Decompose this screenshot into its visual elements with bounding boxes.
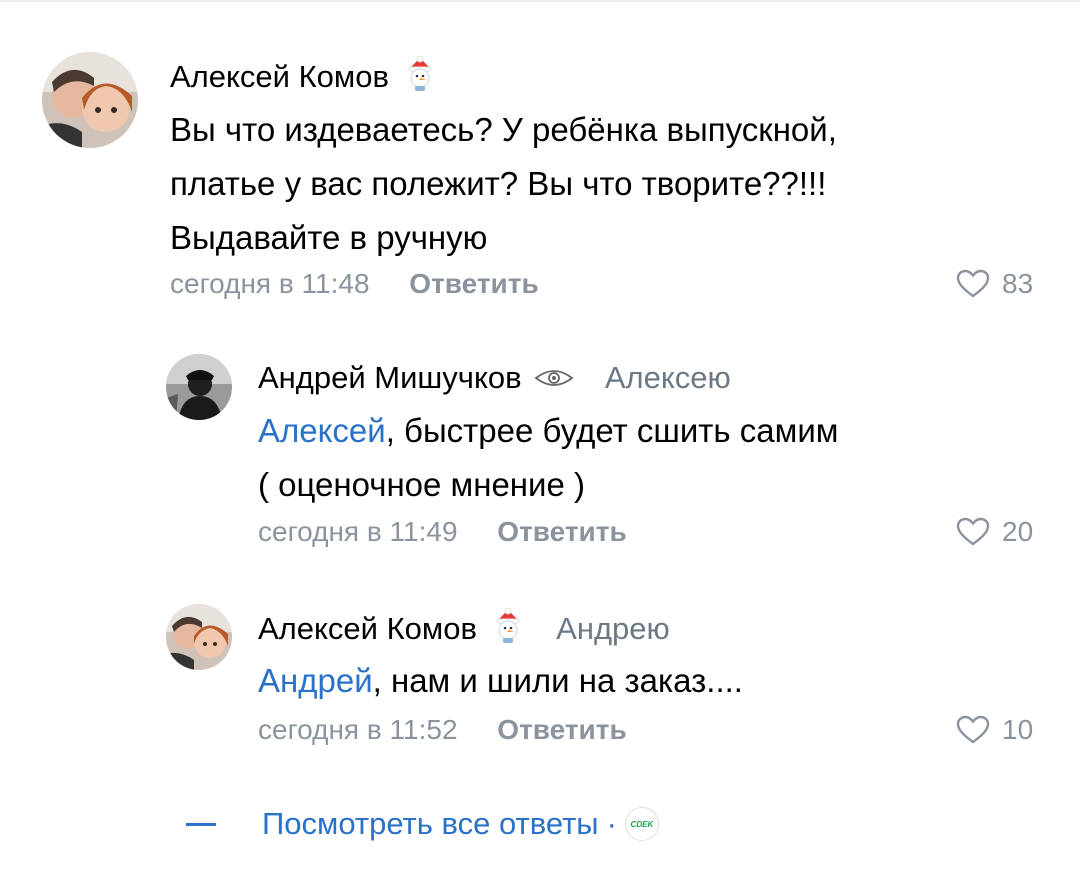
reply-to-name[interactable]: Андрею <box>556 611 670 646</box>
comment-text-line: Вы что издеваетесь? У ребёнка выпускной, <box>170 111 837 148</box>
comment-text: Алексей, быстрее будет сшить самим ( оце… <box>258 404 838 512</box>
mention-link[interactable]: Андрей <box>258 662 373 699</box>
like-count: 10 <box>1002 714 1034 745</box>
comment-meta: сегодня в 11:49 Ответить <box>258 514 627 550</box>
like-button[interactable]: 10 <box>956 712 1033 748</box>
heart-icon <box>956 269 990 298</box>
christmas-snowman-badge-icon <box>402 55 438 102</box>
author-name[interactable]: Алексей Комов <box>258 611 477 646</box>
user-photo-avatar <box>42 52 138 148</box>
timestamp: сегодня в 11:48 <box>170 268 370 299</box>
comment-author[interactable]: Андрей Мишучков Алексею <box>258 358 731 400</box>
timestamp: сегодня в 11:49 <box>258 516 458 547</box>
cdek-logo-icon: CDEK <box>624 807 659 841</box>
author-name[interactable]: Алексей Комов <box>170 59 389 94</box>
user-photo-avatar <box>166 354 232 420</box>
comment-text-fragment: , нам и шили на заказ.... <box>372 662 743 699</box>
collapse-dash-icon <box>186 822 216 826</box>
comment-text: Андрей, нам и шили на заказ.... <box>258 654 743 708</box>
comment-meta: сегодня в 11:52 Ответить <box>258 712 627 748</box>
comment-reply: Андрей Мишучков Алексею Алексей, быстрее… <box>0 340 1080 560</box>
timestamp: сегодня в 11:52 <box>258 714 458 745</box>
like-count: 83 <box>1002 268 1034 299</box>
reply-button[interactable]: Ответить <box>497 714 626 745</box>
avatar[interactable] <box>166 604 232 670</box>
reply-button[interactable]: Ответить <box>409 268 538 299</box>
comment: Алексей Комов Вы что издеваетесь? У ребё… <box>0 0 1080 320</box>
mention-link[interactable]: Алексей <box>258 412 386 449</box>
like-button[interactable]: 83 <box>956 266 1033 302</box>
christmas-snowman-badge-icon <box>490 607 526 654</box>
comment-author[interactable]: Алексей Комов <box>170 55 438 102</box>
avatar[interactable] <box>42 52 138 148</box>
heart-icon <box>956 715 990 744</box>
show-all-replies-button[interactable]: Посмотреть все ответы · CDEK <box>186 806 659 842</box>
like-count: 20 <box>1002 516 1034 547</box>
comment-text-fragment: , быстрее будет сшить самим <box>385 412 839 449</box>
comment-meta: сегодня в 11:48 Ответить <box>170 266 539 302</box>
author-name[interactable]: Андрей Мишучков <box>258 360 522 395</box>
reply-button[interactable]: Ответить <box>497 516 626 547</box>
user-photo-avatar <box>166 604 232 670</box>
comment-text-line: Андрей, нам и шили на заказ.... <box>258 654 743 708</box>
comment-reply: Алексей Комов Андрею Андрей, нам и шили … <box>0 590 1080 770</box>
comment-text-line: ( оценочное мнение ) <box>258 466 585 503</box>
comment-text-line: платье у вас полежит? Вы что творите??!!… <box>170 165 827 202</box>
eye-badge-icon <box>534 360 574 400</box>
avatar[interactable] <box>166 354 232 420</box>
like-button[interactable]: 20 <box>956 514 1033 550</box>
comments-thread: Алексей Комов Вы что издеваетесь? У ребё… <box>0 0 1080 872</box>
reply-to-name[interactable]: Алексею <box>605 360 731 395</box>
heart-icon <box>956 517 990 546</box>
comment-text: Вы что издеваетесь? У ребёнка выпускной,… <box>170 103 837 265</box>
separator-dot: · <box>606 806 617 841</box>
comment-text-line: Выдавайте в ручную <box>170 219 488 256</box>
comment-text-line: Алексей, быстрее будет сшить самим <box>258 404 838 458</box>
comment-author[interactable]: Алексей Комов Андрею <box>258 607 670 654</box>
show-all-replies-label[interactable]: Посмотреть все ответы <box>262 806 599 842</box>
